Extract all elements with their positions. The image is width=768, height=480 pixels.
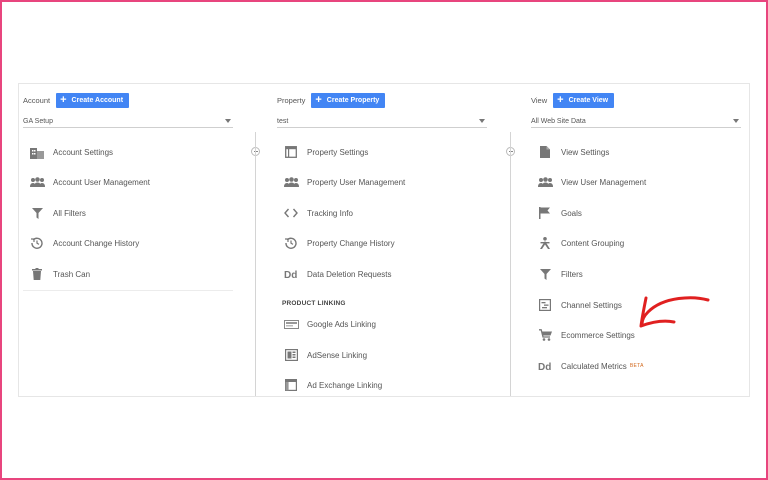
menu-item-account-settings[interactable]: Account Settings — [29, 144, 113, 160]
caret-down-icon — [733, 119, 739, 123]
create-view-button[interactable]: + Create View — [553, 93, 615, 108]
menu-item-view-user-management[interactable]: View User Management — [537, 174, 646, 190]
plus-icon: + — [557, 94, 564, 106]
menu-item-label: Property Change History — [307, 238, 395, 248]
filter-icon — [537, 266, 553, 282]
menu-item-label: Ad Exchange Linking — [307, 380, 383, 390]
menu-item-account-user-management[interactable]: Account User Management — [29, 174, 150, 190]
menu-item-label: Google Ads Linking — [307, 319, 376, 329]
menu-item-label: All Filters — [53, 208, 86, 218]
history-icon — [283, 235, 299, 251]
person-icon — [537, 235, 553, 251]
users-icon — [537, 174, 553, 190]
menu-item-content-grouping[interactable]: Content Grouping — [537, 235, 624, 251]
ad-exchange-icon — [283, 377, 299, 393]
property-label: Property — [277, 96, 306, 105]
menu-item-ad-exchange-linking[interactable]: Ad Exchange Linking — [283, 377, 382, 393]
account-column: Account + Create Account GA Setup Accoun… — [23, 84, 247, 396]
view-selected: All Web Site Data — [531, 117, 586, 125]
menu-item-account-change-history[interactable]: Account Change History — [29, 235, 139, 251]
menu-item-label: Filters — [561, 269, 583, 279]
caret-down-icon — [225, 119, 231, 123]
menu-item-label: Trash Can — [53, 269, 91, 279]
filter-icon — [29, 205, 45, 221]
divider — [23, 290, 233, 291]
building-icon — [29, 144, 45, 160]
menu-item-label: Content Grouping — [561, 238, 625, 248]
users-icon — [283, 174, 299, 190]
menu-item-property-settings[interactable]: Property Settings — [283, 144, 368, 160]
dd-icon: Dd — [537, 358, 553, 374]
menu-item-label: AdSense Linking — [307, 350, 368, 360]
cart-icon — [537, 327, 553, 343]
column-divider — [255, 132, 256, 396]
red-arrow-annotation — [639, 296, 710, 328]
view-selector[interactable]: All Web Site Data — [531, 115, 741, 128]
menu-item-label: Account User Management — [53, 177, 150, 187]
users-icon — [29, 174, 45, 190]
svg-text:Dd: Dd — [284, 270, 297, 279]
menu-item-label: Channel Settings — [561, 300, 622, 310]
menu-item-label: Tracking Info — [307, 208, 353, 218]
column-divider — [510, 132, 511, 396]
menu-item-label: Property User Management — [307, 177, 406, 187]
channel-icon — [537, 297, 553, 313]
flag-icon — [537, 205, 553, 221]
create-account-label: Create Account — [71, 97, 124, 104]
plus-icon: + — [315, 94, 322, 106]
menu-item-channel-settings[interactable]: Channel Settings — [537, 297, 622, 313]
menu-item-calculated-metrics[interactable]: Dd Calculated Metrics BETA — [537, 358, 644, 374]
property-header: Property + Create Property — [277, 93, 386, 108]
plus-icon: + — [60, 94, 67, 106]
menu-item-tracking-info[interactable]: Tracking Info — [283, 205, 353, 221]
menu-item-label: Goals — [561, 208, 582, 218]
section-title-product-linking: PRODUCT LINKING — [282, 300, 346, 307]
code-icon — [283, 205, 299, 221]
view-header: View + Create View — [531, 93, 615, 108]
account-selected: GA Setup — [23, 117, 53, 125]
menu-item-view-settings[interactable]: View Settings — [537, 144, 609, 160]
menu-item-data-deletion-requests[interactable]: Dd Data Deletion Requests — [283, 266, 392, 282]
svg-text:Dd: Dd — [538, 362, 551, 371]
menu-item-filters[interactable]: Filters — [537, 266, 583, 282]
property-selected: test — [277, 117, 289, 125]
menu-item-label: Ecommerce Settings — [561, 330, 635, 340]
create-property-button[interactable]: + Create Property — [311, 93, 386, 108]
menu-item-goals[interactable]: Goals — [537, 205, 582, 221]
menu-item-label: Data Deletion Requests — [307, 269, 392, 279]
menu-item-label: Calculated Metrics — [561, 361, 627, 371]
menu-item-trash-can[interactable]: Trash Can — [29, 266, 90, 282]
account-label: Account — [23, 96, 51, 105]
account-selector[interactable]: GA Setup — [23, 115, 233, 128]
menu-item-property-change-history[interactable]: Property Change History — [283, 235, 395, 251]
admin-panel: Account + Create Account GA Setup Accoun… — [18, 83, 750, 397]
menu-item-label: Property Settings — [307, 147, 369, 157]
beta-badge: BETA — [629, 363, 644, 369]
menu-item-label: Account Change History — [53, 238, 140, 248]
menu-item-ecommerce-settings[interactable]: Ecommerce Settings — [537, 327, 635, 343]
google-ads-icon — [283, 316, 299, 332]
property-selector[interactable]: test — [277, 115, 487, 128]
create-account-button[interactable]: + Create Account — [56, 93, 130, 108]
menu-item-adsense-linking[interactable]: AdSense Linking — [283, 347, 367, 363]
document-icon — [537, 144, 553, 160]
menu-item-property-user-management[interactable]: Property User Management — [283, 174, 405, 190]
window-icon — [283, 144, 299, 160]
history-icon — [29, 235, 45, 251]
account-header: Account + Create Account — [23, 93, 130, 108]
view-label: View — [531, 96, 548, 105]
adsense-icon — [283, 347, 299, 363]
create-property-label: Create Property — [326, 97, 380, 104]
menu-item-label: View Settings — [561, 147, 610, 157]
dd-icon: Dd — [283, 266, 299, 282]
menu-item-label: View User Management — [561, 177, 647, 187]
menu-item-google-ads-linking[interactable]: Google Ads Linking — [283, 316, 376, 332]
caret-down-icon — [479, 119, 485, 123]
property-column: Property + Create Property test Property… — [277, 84, 505, 396]
menu-item-all-filters[interactable]: All Filters — [29, 205, 86, 221]
create-view-label: Create View — [568, 97, 609, 104]
trash-icon — [29, 266, 45, 282]
menu-item-label: Account Settings — [53, 147, 114, 157]
view-column: View + Create View All Web Site Data Vie… — [531, 84, 747, 396]
